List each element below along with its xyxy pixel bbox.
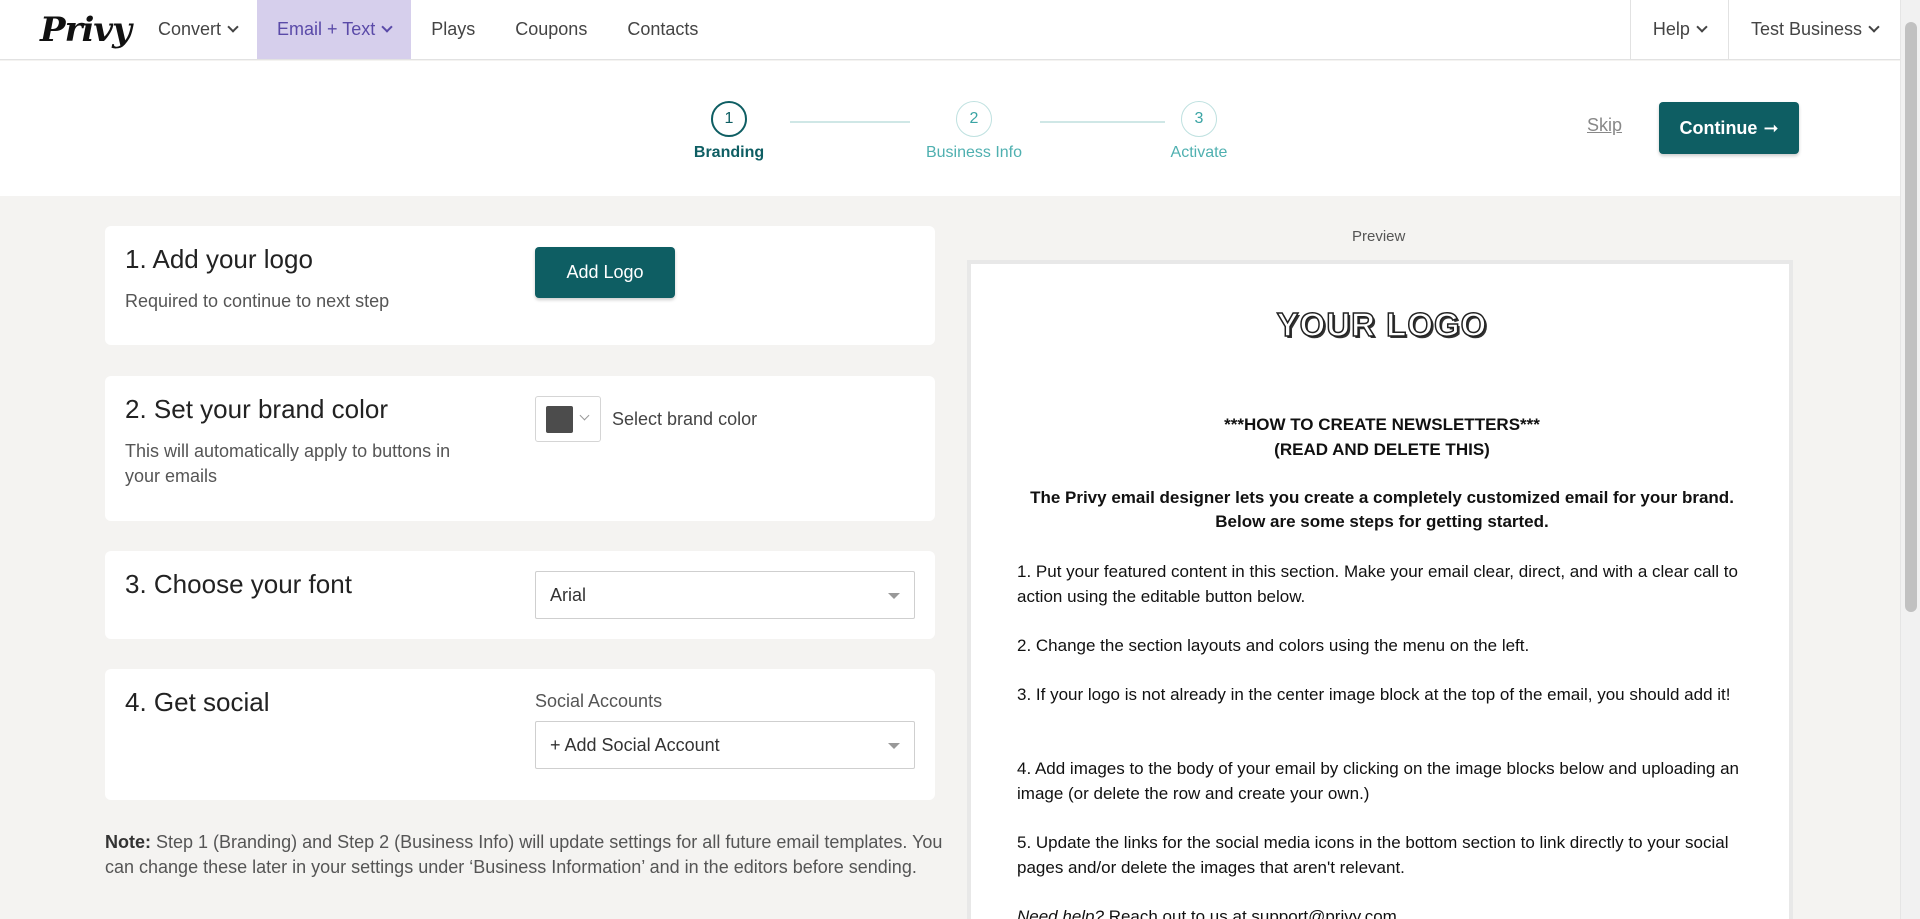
nav-label: Convert bbox=[158, 19, 222, 39]
step-label: Activate bbox=[1170, 144, 1228, 161]
logo-text: Privy bbox=[40, 9, 132, 50]
logo-placeholder: YOUR LOGO bbox=[1276, 305, 1488, 344]
preview-step: 5. Update the links for the social media… bbox=[1017, 833, 1729, 877]
card-title: 2. Set your brand color bbox=[125, 394, 389, 424]
nav-convert[interactable]: Convert bbox=[138, 0, 257, 59]
preview-label: Preview bbox=[1352, 228, 1406, 245]
card-subtitle: This will automatically apply to buttons… bbox=[125, 441, 451, 486]
step-activate[interactable]: 3 Activate bbox=[1139, 101, 1259, 162]
step-number: 2 bbox=[956, 101, 992, 137]
page-scrollbar[interactable] bbox=[1900, 0, 1920, 919]
chevron-down-icon bbox=[1868, 21, 1880, 33]
dropdown-arrow-icon bbox=[888, 743, 900, 749]
nav-label: Email + Text bbox=[277, 19, 376, 39]
top-nav: Privy Convert Email + Text Plays Coupons… bbox=[0, 0, 1900, 60]
brand-color-card: 2. Set your brand color This will automa… bbox=[105, 376, 935, 521]
settings-note: Note: Step 1 (Branding) and Step 2 (Busi… bbox=[105, 830, 945, 880]
heading-line: ***HOW TO CREATE NEWSLETTERS*** bbox=[1224, 415, 1540, 434]
social-select-value: + Add Social Account bbox=[550, 735, 720, 755]
help-italic: Need help? bbox=[1017, 907, 1104, 919]
nav-email-text[interactable]: Email + Text bbox=[257, 0, 412, 59]
card-title: 1. Add your logo bbox=[125, 244, 313, 274]
privy-logo[interactable]: Privy bbox=[0, 0, 138, 59]
social-accounts-label: Social Accounts bbox=[535, 691, 663, 711]
nav-label: Plays bbox=[431, 19, 476, 39]
nav-account[interactable]: Test Business bbox=[1727, 0, 1900, 59]
step-label: Branding bbox=[693, 144, 765, 161]
step-branding[interactable]: 1 Branding bbox=[669, 101, 789, 162]
chevron-down-icon bbox=[579, 410, 590, 421]
preview-help: Need help? Reach out to us at support@pr… bbox=[1017, 905, 1747, 919]
card-title: 4. Get social bbox=[125, 687, 270, 717]
continue-label: Continue bbox=[1679, 117, 1758, 138]
dropdown-arrow-icon bbox=[888, 593, 900, 599]
heading-line: (READ AND DELETE THIS) bbox=[1274, 440, 1490, 459]
preview-step: 2. Change the section layouts and colors… bbox=[1017, 636, 1530, 655]
font-select-value: Arial bbox=[550, 585, 587, 605]
newsletter-heading: ***HOW TO CREATE NEWSLETTERS*** (READ AN… bbox=[1017, 412, 1747, 462]
add-logo-card: 1. Add your logo Required to continue to… bbox=[105, 226, 935, 345]
nav-label: Coupons bbox=[515, 19, 588, 39]
nav-right: Help Test Business bbox=[1629, 0, 1900, 59]
add-social-account-select[interactable]: + Add Social Account bbox=[535, 721, 915, 769]
step-number: 1 bbox=[711, 101, 747, 137]
card-subtitle: Required to continue to next step bbox=[125, 291, 390, 311]
help-text: Reach out to us at support@privy.com bbox=[1103, 907, 1397, 919]
brand-color-label: Select brand color bbox=[612, 409, 758, 429]
step-label: Business Info bbox=[925, 144, 1023, 161]
nav-label: Help bbox=[1652, 19, 1690, 39]
skip-link[interactable]: Skip bbox=[1587, 115, 1622, 136]
nav-coupons[interactable]: Coupons bbox=[495, 0, 607, 59]
preview-intro: The Privy email designer lets you create… bbox=[1030, 488, 1734, 531]
preview-step: 4. Add images to the body of your email … bbox=[1017, 759, 1740, 803]
note-label: Note: bbox=[105, 832, 151, 852]
brand-color-picker[interactable] bbox=[535, 396, 601, 442]
add-logo-button[interactable]: Add Logo bbox=[535, 247, 675, 298]
step-number: 3 bbox=[1181, 101, 1217, 137]
chevron-down-icon bbox=[381, 21, 393, 33]
continue-button[interactable]: Continue ➞ bbox=[1659, 102, 1799, 154]
nav-label: Test Business bbox=[1750, 19, 1862, 39]
color-swatch bbox=[546, 406, 573, 433]
onboarding-stepper: 1 Branding 2 Business Info 3 Activate Sk… bbox=[0, 61, 1900, 196]
preview-step: 3. If your logo is not already in the ce… bbox=[1017, 685, 1731, 704]
preview-step: 1. Put your featured content in this sec… bbox=[1017, 562, 1738, 606]
scrollbar-thumb[interactable] bbox=[1905, 22, 1917, 612]
nav-plays[interactable]: Plays bbox=[411, 0, 495, 59]
step-connector bbox=[790, 121, 910, 123]
step-business-info[interactable]: 2 Business Info bbox=[914, 101, 1034, 162]
note-text: Step 1 (Branding) and Step 2 (Business I… bbox=[105, 832, 943, 877]
nav-help[interactable]: Help bbox=[1629, 0, 1728, 59]
chevron-down-icon bbox=[1696, 21, 1708, 33]
nav-label: Contacts bbox=[627, 19, 699, 39]
nav-contacts[interactable]: Contacts bbox=[607, 0, 718, 59]
arrow-right-icon: ➞ bbox=[1763, 117, 1779, 138]
font-select[interactable]: Arial bbox=[535, 571, 915, 619]
social-card: 4. Get social Social Accounts + Add Soci… bbox=[105, 669, 935, 800]
email-preview: YOUR LOGO ***HOW TO CREATE NEWSLETTERS**… bbox=[967, 260, 1793, 919]
chevron-down-icon bbox=[227, 21, 239, 33]
font-card: 3. Choose your font Arial bbox=[105, 551, 935, 639]
card-title: 3. Choose your font bbox=[125, 569, 352, 599]
